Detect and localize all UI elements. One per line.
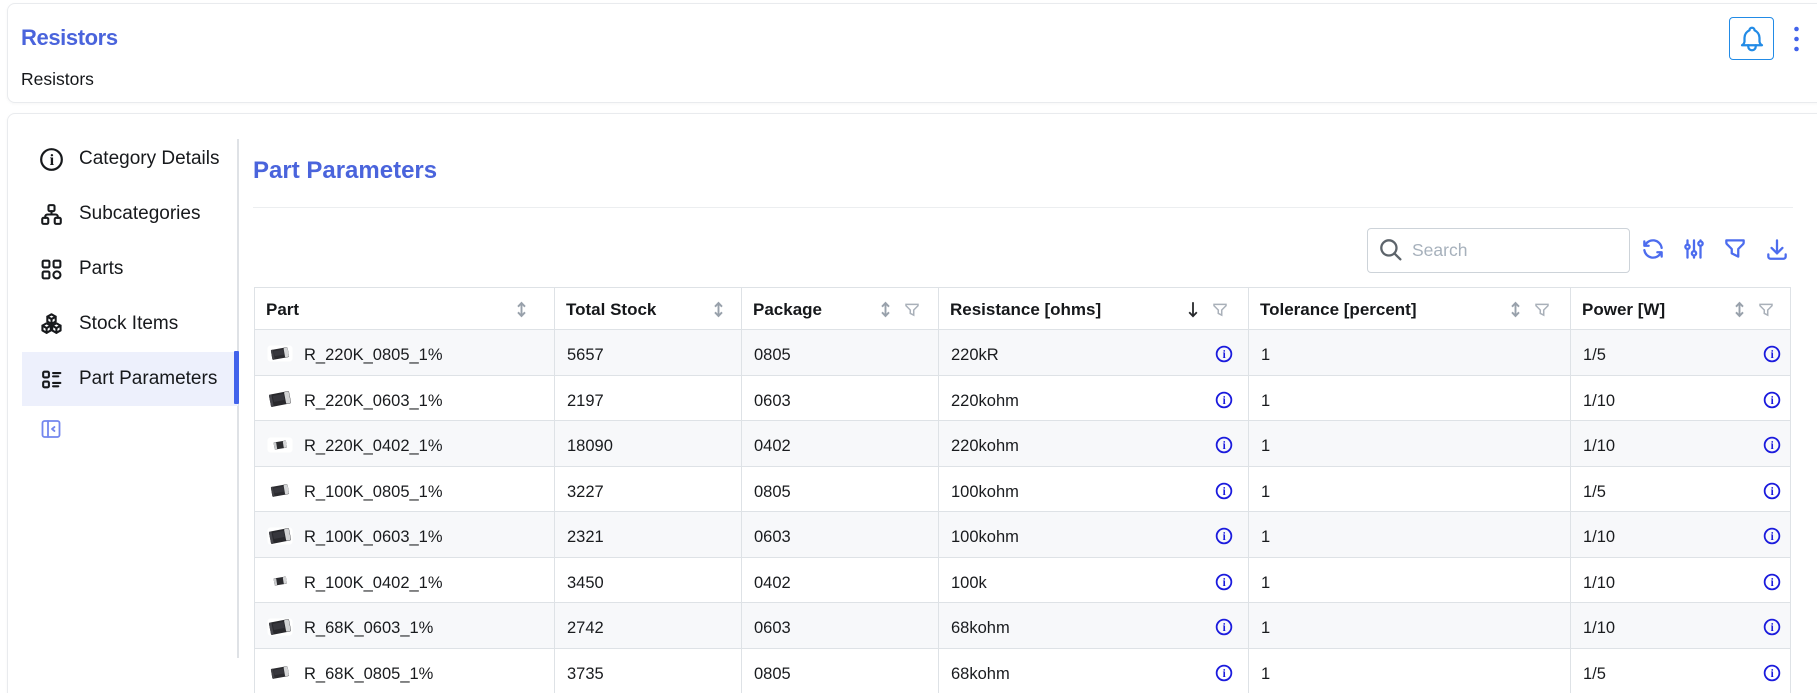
svg-text:i: i [1770, 440, 1773, 452]
svg-text:i: i [1770, 531, 1773, 543]
svg-text:i: i [1770, 395, 1773, 407]
svg-text:i: i [1223, 486, 1226, 498]
svg-text:i: i [1223, 668, 1226, 680]
svg-text:i: i [1770, 349, 1773, 361]
svg-text:i: i [1770, 668, 1773, 680]
svg-text:i: i [1223, 440, 1226, 452]
svg-text:i: i [1223, 577, 1226, 589]
svg-text:i: i [1223, 395, 1226, 407]
svg-text:i: i [50, 151, 55, 168]
svg-text:i: i [1223, 531, 1226, 543]
svg-text:i: i [1223, 349, 1226, 361]
svg-text:i: i [1770, 577, 1773, 589]
svg-text:i: i [1223, 622, 1226, 634]
svg-text:i: i [1770, 622, 1773, 634]
svg-text:i: i [1770, 486, 1773, 498]
